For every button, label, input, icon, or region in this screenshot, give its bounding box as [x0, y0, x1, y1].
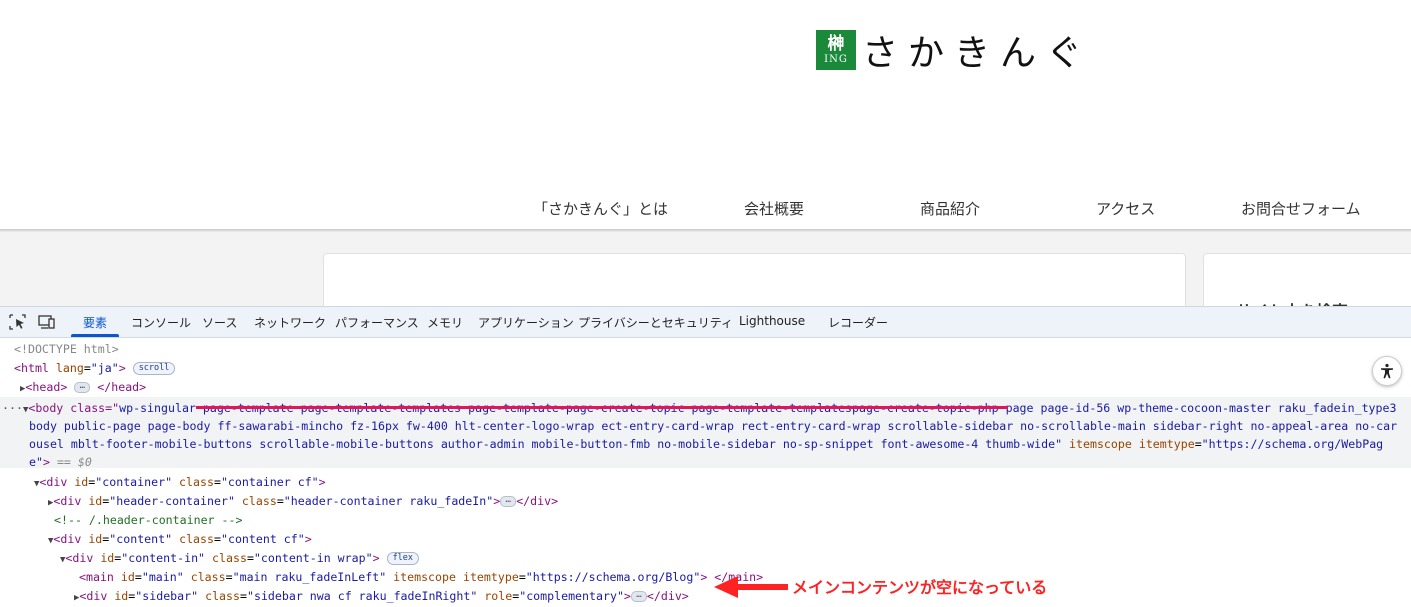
html-attr: lang [55, 361, 84, 375]
main-class: "main raku_fadeInLeft" [232, 570, 387, 584]
content-in-id: "content-in" [121, 551, 206, 565]
devtools-toolbar: 要素 コンソール ソース ネットワーク パフォーマンス メモリ アプリケーション… [0, 307, 1411, 338]
html-node[interactable]: <html lang="ja"> scroll [14, 359, 176, 377]
selected-node-ref: == $0 [56, 455, 92, 469]
main-id: "main" [141, 570, 184, 584]
tab-performance[interactable]: パフォーマンス [335, 314, 419, 331]
tab-application[interactable]: アプリケーション [478, 314, 574, 331]
nav-item-access[interactable]: アクセス [1096, 198, 1155, 219]
expand-dots[interactable]: … [630, 591, 647, 602]
container-node[interactable]: ▼<div id="container" class="container cf… [34, 473, 326, 491]
device-toolbar-icon[interactable] [38, 314, 56, 330]
container-id: "container" [95, 475, 173, 489]
content-class: "content cf" [220, 532, 305, 546]
content-node[interactable]: ▼<div id="content" class="content cf"> [48, 530, 312, 548]
sidebar-role: "complementary" [519, 589, 624, 603]
head-tag: head [32, 380, 61, 394]
tab-lighthouse[interactable]: Lighthouse [739, 314, 805, 328]
scroll-badge[interactable]: scroll [132, 362, 176, 375]
accessibility-icon [1381, 363, 1393, 379]
accessibility-button[interactable] [1372, 356, 1402, 386]
body-itemtype-val: "https://schema.org/WebPag [1201, 437, 1384, 451]
header-container-comment[interactable]: <!-- /.header-container --> [54, 511, 242, 529]
body-open-tag: <body class=" [28, 401, 120, 415]
inspect-element-icon[interactable] [9, 314, 27, 330]
nav-item-products[interactable]: 商品紹介 [920, 198, 980, 219]
doctype-line[interactable]: <!DOCTYPE html> [14, 340, 119, 358]
html-val: "ja" [90, 361, 119, 375]
logo-text: さかきんぐ [862, 33, 1093, 74]
tab-recorder[interactable]: レコーダー [828, 314, 888, 331]
tab-memory[interactable]: メモリ [427, 314, 463, 331]
logo-mark-kanji: 榊 [827, 33, 845, 54]
devtools-panel: 要素 コンソール ソース ネットワーク パフォーマンス メモリ アプリケーション… [0, 306, 1411, 607]
sidebar-class: "sidebar nwa cf raku_fadeInRight" [246, 589, 478, 603]
nav-item-contact[interactable]: お問合せフォーム [1241, 198, 1361, 219]
content-id: "content" [109, 532, 173, 546]
tab-sources[interactable]: ソース [202, 314, 237, 331]
content-in-node[interactable]: ▼<div id="content-in" class="content-in … [60, 549, 420, 567]
body-node-line-4: e"> == $0 [29, 455, 92, 469]
head-node[interactable]: ▶<head> … </head> [20, 378, 146, 396]
logo-mark-sub: ING [824, 53, 848, 65]
tab-network[interactable]: ネットワーク [254, 314, 326, 331]
body-itemtype-val-end: e" [29, 455, 43, 469]
dom-tree: <!DOCTYPE html> <html lang="ja"> scroll … [0, 338, 1411, 607]
header-container-class: "header-container raku_fadeIn" [283, 494, 494, 508]
tab-privacy-security[interactable]: プライバシーとセキュリティ [578, 314, 733, 331]
body-class-part-3: ousel mblt-footer-mobile-buttons scrolla… [29, 437, 1063, 451]
expand-dots[interactable]: … [500, 496, 517, 507]
tab-elements[interactable]: 要素 [83, 314, 107, 331]
tab-console[interactable]: コンソール [131, 314, 191, 331]
container-class: "container cf" [220, 475, 319, 489]
html-tag: html [20, 361, 49, 375]
main-node[interactable]: <main id="main" class="main raku_fadeInL… [79, 568, 763, 586]
content-in-class: "content-in wrap" [253, 551, 373, 565]
highlight-underline [196, 406, 1008, 409]
logo-mark: 榊 ING [816, 30, 856, 70]
main-itemtype: "https://schema.org/Blog" [525, 570, 701, 584]
nav-item-company[interactable]: 会社概要 [744, 198, 804, 219]
annotation-text: メインコンテンツが空になっている [792, 578, 1048, 597]
annotation-arrow-icon [714, 576, 788, 598]
body-itemscope: itemscope [1069, 437, 1132, 451]
body-class-part-2: body public-page page-body ff-sawarabi-m… [29, 419, 1398, 433]
flex-badge[interactable]: flex [386, 552, 420, 565]
global-nav: 「さかきんぐ」とは 会社概要 商品紹介 アクセス お問合せフォーム [0, 198, 1411, 220]
body-itemtype-attr: itemtype [1138, 437, 1195, 451]
header-container-node[interactable]: ▶<div id="header-container" class="heade… [48, 492, 558, 510]
site-header: 榊 ING さかきんぐ 「さかきんぐ」とは 会社概要 商品紹介 アクセス お問合… [0, 0, 1411, 229]
sidebar-id: "sidebar" [135, 589, 199, 603]
expand-dots[interactable]: … [74, 382, 91, 393]
header-container-id: "header-container" [109, 494, 235, 508]
active-tab-indicator [71, 334, 119, 337]
sidebar-node[interactable]: ▶<div id="sidebar" class="sidebar nwa cf… [74, 587, 689, 605]
body-node-line-3: ousel mblt-footer-mobile-buttons scrolla… [29, 437, 1384, 451]
nav-item-about[interactable]: 「さかきんぐ」とは [533, 198, 668, 219]
site-logo[interactable]: 榊 ING さかきんぐ [816, 28, 1092, 74]
